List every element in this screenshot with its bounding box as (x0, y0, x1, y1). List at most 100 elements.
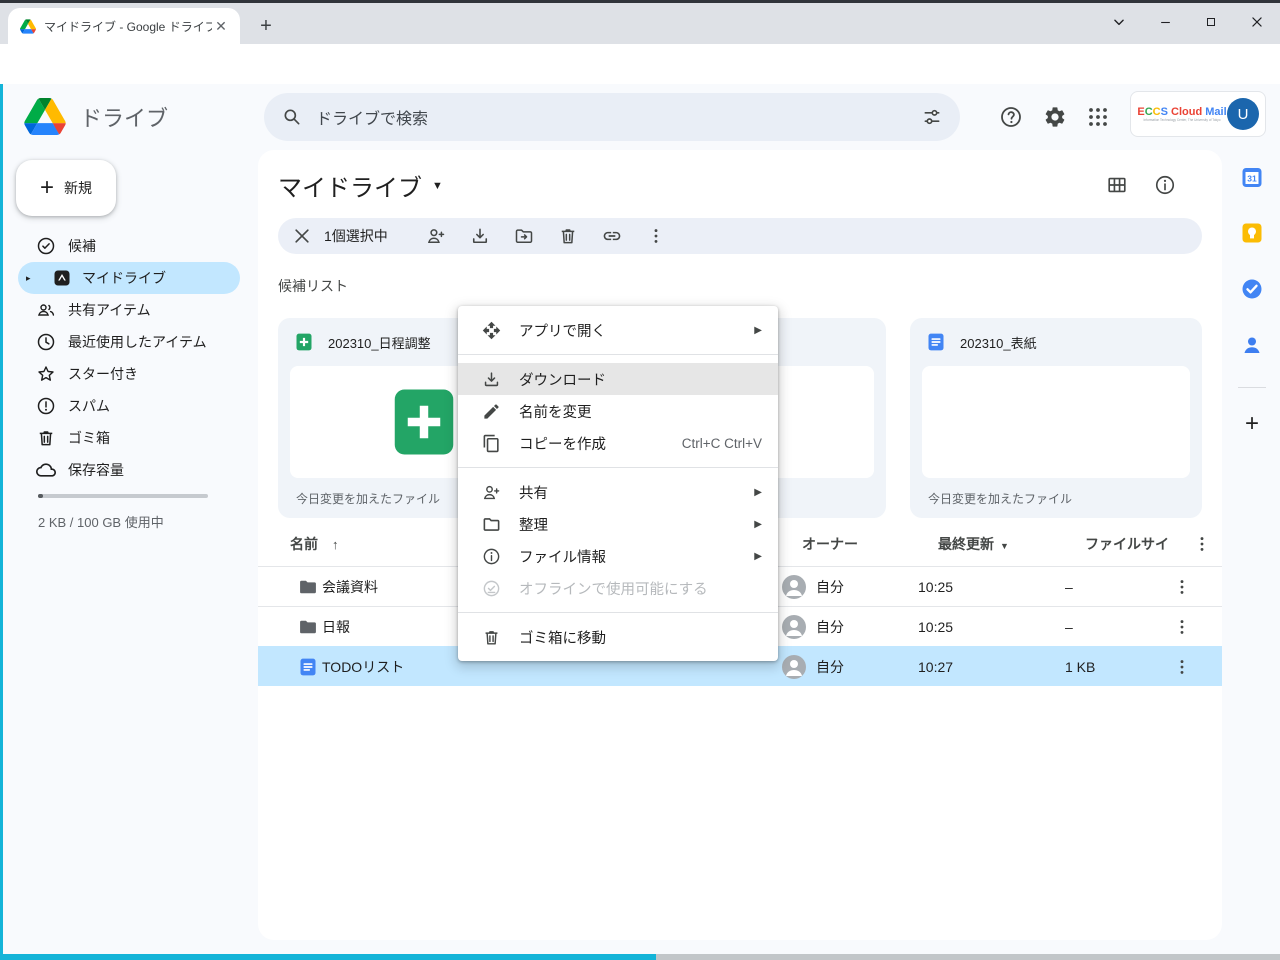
submenu-arrow-icon: ▶ (754, 551, 762, 562)
table-header-menu-icon[interactable] (1192, 534, 1212, 554)
copy-icon (482, 434, 501, 453)
menu-divider (458, 612, 778, 613)
check-circle-icon (36, 236, 56, 256)
selection-count: 1個選択中 (324, 226, 388, 246)
apps-grid-icon[interactable] (1086, 105, 1110, 129)
new-button[interactable]: + 新規 (16, 160, 116, 216)
menu-item-make-copy[interactable]: コピーを作成 Ctrl+C Ctrl+V (458, 427, 778, 459)
sidebar-item-shared[interactable]: 共有アイテム (0, 294, 250, 326)
capture-progress-track (656, 954, 1280, 960)
tab-title: マイドライブ - Google ドライブ (44, 18, 212, 35)
menu-divider (458, 467, 778, 468)
storage-progress-bar (38, 494, 208, 498)
clock-icon (36, 332, 56, 352)
account-avatar[interactable]: U (1227, 98, 1259, 130)
contacts-icon[interactable] (1240, 333, 1264, 357)
new-tab-button[interactable]: + (254, 15, 278, 39)
clear-selection-icon[interactable] (292, 226, 312, 246)
column-owner[interactable]: オーナー (802, 534, 858, 554)
shortcut-label: Ctrl+C Ctrl+V (682, 436, 762, 451)
move-selection-icon[interactable] (514, 226, 534, 246)
title-dropdown-icon: ▼ (432, 180, 443, 192)
menu-item-offline: オフラインで使用可能にする (458, 572, 778, 604)
cloud-icon (36, 460, 56, 480)
drive-favicon (20, 19, 36, 34)
column-size[interactable]: ファイルサイ (1085, 534, 1169, 554)
spam-icon (36, 396, 56, 416)
row-menu-icon[interactable] (1172, 577, 1192, 597)
drive-app: ドライブ ドライブで検索 ECCS Cloud Mail Information… (0, 84, 1280, 960)
capture-progress-bar (0, 954, 656, 960)
owner-cell: 自分 (782, 655, 844, 679)
menu-divider (458, 354, 778, 355)
column-name[interactable]: 名前↑ (290, 534, 339, 554)
column-modified[interactable]: 最終更新▼ (938, 534, 1009, 554)
download-selection-icon[interactable] (470, 226, 490, 246)
sidebar-item-trash[interactable]: ゴミ箱 (0, 422, 250, 454)
selection-toolbar: 1個選択中 (278, 218, 1202, 254)
close-window-button[interactable] (1234, 6, 1280, 38)
owner-avatar (782, 615, 806, 639)
maximize-button[interactable] (1188, 6, 1234, 38)
menu-item-file-info[interactable]: ファイル情報 ▶ (458, 540, 778, 572)
suggested-card-3[interactable]: 202310_表紙 今日変更を加えたファイル (910, 318, 1202, 518)
tab-search-icon[interactable] (1096, 6, 1142, 38)
submenu-arrow-icon: ▶ (754, 487, 762, 498)
sidebar-item-spam[interactable]: スパム (0, 390, 250, 422)
owner-cell: 自分 (782, 575, 844, 599)
details-info-icon[interactable] (1154, 174, 1176, 196)
sidebar-item-my-drive[interactable]: ▸ マイドライブ (18, 262, 240, 294)
menu-item-organize[interactable]: 整理 ▶ (458, 508, 778, 540)
context-menu: アプリで開く ▶ ダウンロード 名前を変更 コピーを作成 Ctrl+C Ctrl… (458, 306, 778, 661)
menu-item-rename[interactable]: 名前を変更 (458, 395, 778, 427)
browser-tab[interactable]: マイドライブ - Google ドライブ ✕ (8, 8, 240, 44)
download-icon (482, 370, 501, 389)
tab-close-icon[interactable]: ✕ (212, 17, 230, 35)
menu-item-share[interactable]: 共有 ▶ (458, 476, 778, 508)
settings-gear-icon[interactable] (1043, 105, 1067, 129)
sidebar-nav: 候補 ▸ マイドライブ 共有アイテム 最近使用したアイテム スター付き スパム … (0, 230, 250, 486)
share-selection-icon[interactable] (426, 226, 446, 246)
people-icon (36, 300, 56, 320)
search-icon (282, 107, 302, 127)
capture-border-left (0, 84, 3, 954)
trash-icon (36, 428, 56, 448)
account-badge-title: ECCS Cloud Mail (1137, 106, 1227, 118)
tasks-icon[interactable] (1240, 277, 1264, 301)
grid-view-icon[interactable] (1106, 174, 1128, 196)
search-options-icon[interactable] (922, 107, 942, 127)
more-actions-icon[interactable] (646, 226, 666, 246)
docs-file-icon (926, 332, 946, 352)
sidebar-item-storage[interactable]: 保存容量 (0, 454, 250, 486)
account-badge[interactable]: ECCS Cloud Mail Information Technology C… (1130, 91, 1266, 137)
expand-caret-icon[interactable]: ▸ (26, 273, 31, 284)
sidebar-item-recent[interactable]: 最近使用したアイテム (0, 326, 250, 358)
link-selection-icon[interactable] (602, 226, 622, 246)
page-title[interactable]: マイドライブ ▼ (278, 168, 443, 203)
minimize-button[interactable] (1142, 6, 1188, 38)
get-addons-icon[interactable]: + (1240, 410, 1264, 438)
sidebar-item-starred[interactable]: スター付き (0, 358, 250, 390)
folder-icon (298, 577, 318, 597)
row-menu-icon[interactable] (1172, 657, 1192, 677)
open-with-icon (482, 321, 501, 340)
help-icon[interactable] (999, 105, 1023, 129)
sheets-file-icon (294, 332, 314, 352)
organize-folder-icon (482, 515, 501, 534)
owner-avatar (782, 575, 806, 599)
plus-icon: + (40, 174, 54, 202)
search-input[interactable]: ドライブで検索 (264, 93, 960, 141)
menu-item-open-with[interactable]: アプリで開く ▶ (458, 314, 778, 346)
owner-cell: 自分 (782, 615, 844, 639)
menu-item-download[interactable]: ダウンロード (458, 363, 778, 395)
calendar-icon[interactable] (1240, 165, 1264, 189)
folder-icon (298, 617, 318, 637)
menu-item-move-to-trash[interactable]: ゴミ箱に移動 (458, 621, 778, 653)
row-menu-icon[interactable] (1172, 617, 1192, 637)
sidebar-item-suggested[interactable]: 候補 (0, 230, 250, 262)
rename-pencil-icon (482, 402, 501, 421)
trash-icon (482, 628, 501, 647)
drive-logo (24, 98, 66, 135)
keep-icon[interactable] (1240, 221, 1264, 245)
trash-selection-icon[interactable] (558, 226, 578, 246)
